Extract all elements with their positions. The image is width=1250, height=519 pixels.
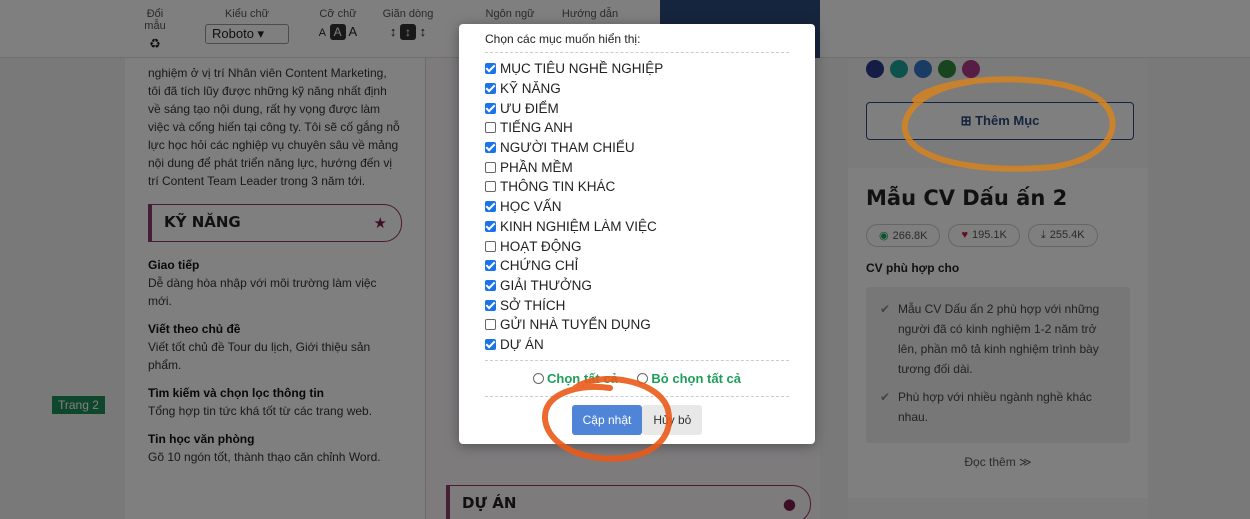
checkbox-checked[interactable] xyxy=(485,102,496,114)
section-option-label: SỞ THÍCH xyxy=(500,297,566,313)
checkbox-unchecked[interactable] xyxy=(485,319,496,331)
section-option[interactable]: MỤC TIÊU NGHỀ NGHIỆP xyxy=(485,59,789,79)
section-option[interactable]: SỞ THÍCH xyxy=(485,295,789,315)
checkbox-checked[interactable] xyxy=(485,83,496,95)
checkbox-checked[interactable] xyxy=(485,142,496,154)
modal-title: Chọn các mục muốn hiển thị: xyxy=(485,32,789,53)
select-all-label: Chọn tất cả xyxy=(547,371,618,387)
update-button[interactable]: Cập nhật xyxy=(571,405,643,436)
section-option-label: MỤC TIÊU NGHỀ NGHIỆP xyxy=(500,61,664,77)
section-option-label: GIẢI THƯỞNG xyxy=(500,277,592,293)
section-visibility-modal: Chọn các mục muốn hiển thị: MỤC TIÊU NGH… xyxy=(459,24,815,444)
section-option[interactable]: DỰ ÁN xyxy=(485,335,789,355)
section-option-label: NGƯỜI THAM CHIẾU xyxy=(500,140,635,156)
section-option[interactable]: NGƯỜI THAM CHIẾU xyxy=(485,138,789,158)
checkbox-unchecked[interactable] xyxy=(485,181,496,193)
section-option-label: TIẾNG ANH xyxy=(500,120,573,136)
section-option[interactable]: THÔNG TIN KHÁC xyxy=(485,177,789,197)
checkbox-checked[interactable] xyxy=(485,260,496,272)
modal-actions: Cập nhật Hủy bỏ xyxy=(485,396,789,436)
select-all-radio[interactable]: Chọn tất cả xyxy=(533,371,618,386)
checkbox-checked[interactable] xyxy=(485,338,496,350)
checkbox-checked[interactable] xyxy=(485,220,496,232)
section-option[interactable]: HOẠT ĐỘNG xyxy=(485,236,789,256)
checkbox-checked[interactable] xyxy=(485,201,496,213)
section-option-label: DỰ ÁN xyxy=(500,336,544,352)
section-option-label: THÔNG TIN KHÁC xyxy=(500,179,616,195)
section-option[interactable]: HỌC VẤN xyxy=(485,197,789,217)
checkbox-checked[interactable] xyxy=(485,299,496,311)
select-all-row: Chọn tất cả Bỏ chọn tất cả xyxy=(485,360,789,386)
section-option[interactable]: KỸ NĂNG xyxy=(485,79,789,99)
section-option[interactable]: ƯU ĐIỂM xyxy=(485,98,789,118)
section-option-label: HOẠT ĐỘNG xyxy=(500,238,582,254)
section-option-label: GỬI NHÀ TUYỂN DỤNG xyxy=(500,317,651,333)
radio-icon xyxy=(637,373,649,385)
radio-icon xyxy=(533,373,544,385)
checkbox-unchecked[interactable] xyxy=(485,161,496,173)
section-option-label: PHẦN MỀM xyxy=(500,159,573,175)
section-options-list: MỤC TIÊU NGHỀ NGHIỆP KỸ NĂNG ƯU ĐIỂM TIẾNG … xyxy=(485,59,789,354)
section-option-label: KỸ NĂNG xyxy=(500,81,561,97)
section-option[interactable]: GỬI NHÀ TUYỂN DỤNG xyxy=(485,315,789,335)
section-option-label: CHỨNG CHỈ xyxy=(500,258,579,274)
section-option[interactable]: CHỨNG CHỈ xyxy=(485,256,789,276)
section-option-label: KINH NGHIỆM LÀM VIỆC xyxy=(500,218,657,234)
checkbox-checked[interactable] xyxy=(485,279,496,291)
section-option-label: HỌC VẤN xyxy=(500,199,562,215)
checkbox-unchecked[interactable] xyxy=(485,122,496,134)
checkbox-checked[interactable] xyxy=(485,63,496,75)
section-option[interactable]: TIẾNG ANH xyxy=(485,118,789,138)
section-option-label: ƯU ĐIỂM xyxy=(500,100,559,116)
section-option[interactable]: GIẢI THƯỞNG xyxy=(485,276,789,296)
section-option[interactable]: KINH NGHIỆM LÀM VIỆC xyxy=(485,217,789,237)
cancel-button[interactable]: Hủy bỏ xyxy=(642,405,703,436)
checkbox-unchecked[interactable] xyxy=(485,240,496,252)
section-option[interactable]: PHẦN MỀM xyxy=(485,157,789,177)
deselect-all-label: Bỏ chọn tất cả xyxy=(651,371,741,387)
deselect-all-radio[interactable]: Bỏ chọn tất cả xyxy=(637,371,741,386)
